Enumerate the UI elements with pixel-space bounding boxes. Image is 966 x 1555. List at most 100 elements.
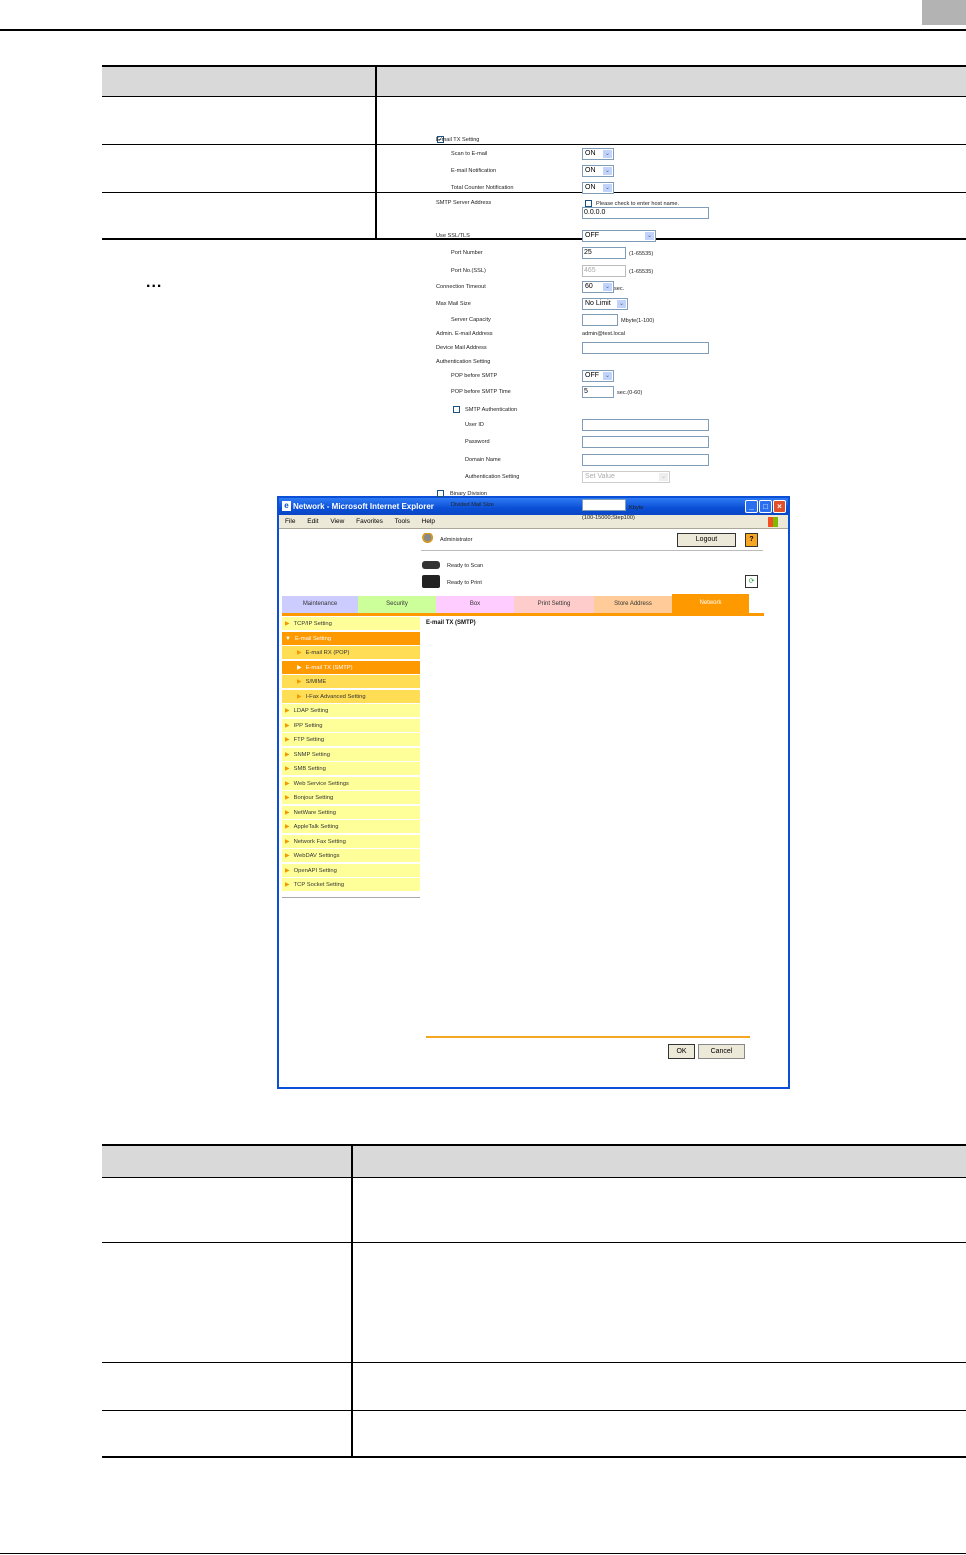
tab-maintenance[interactable]: Maintenance <box>282 596 358 613</box>
admin-icon <box>422 533 436 546</box>
text-input[interactable] <box>582 419 709 431</box>
sidebar-item[interactable]: ▼ E-mail Setting <box>282 631 420 646</box>
caret-right-icon: ▶ <box>285 853 290 859</box>
text-input[interactable] <box>582 342 709 354</box>
chevron-down-icon: ⌄ <box>645 232 654 240</box>
field-label: Admin. E-mail Address <box>436 331 493 337</box>
tab-store-address[interactable]: Store Address <box>594 596 672 613</box>
sidebar-item[interactable]: ▶ LDAP Setting <box>282 704 420 718</box>
menu-bar: File Edit View Favorites Tools Help <box>279 515 788 529</box>
text-input[interactable]: 5 <box>582 386 614 398</box>
table-row <box>102 144 966 145</box>
table-row <box>102 1177 966 1178</box>
sidebar-item[interactable]: ▶ Network Fax Setting <box>282 834 420 849</box>
sidebar-item[interactable]: ▶ SMB Setting <box>282 762 420 776</box>
refresh-button[interactable]: ⟳ <box>745 575 758 588</box>
chevron-down-icon: ⌄ <box>603 184 612 192</box>
chevron-down-icon: ⌄ <box>617 300 626 308</box>
field-label: Device Mail Address <box>436 345 487 351</box>
host-name-checkbox[interactable] <box>585 200 592 207</box>
chevron-down-icon: ⌄ <box>603 167 612 175</box>
tab-print-setting[interactable]: Print Setting <box>514 596 594 613</box>
select-field[interactable]: OFF ⌄ <box>582 370 614 382</box>
text-input[interactable] <box>582 499 626 511</box>
text-input[interactable] <box>582 436 709 448</box>
menu-favorites[interactable]: Favorites <box>356 518 383 525</box>
sidebar-item[interactable]: ▶ E-mail RX (POP) <box>282 646 420 660</box>
select-value: ON <box>585 167 596 174</box>
sidebar-item-label: OpenAPI Setting <box>293 867 337 874</box>
menu-file[interactable]: File <box>285 518 295 525</box>
footer-rule <box>0 1553 966 1554</box>
field-label: Port Number <box>451 250 483 256</box>
sidebar-item-label: FTP Setting <box>293 737 325 743</box>
caret-right-icon: ▶ <box>297 693 302 700</box>
chevron-down-icon: ⌄ <box>603 372 612 380</box>
sidebar-item[interactable]: ▶ Web Service Settings <box>282 776 420 791</box>
menu-edit[interactable]: Edit <box>307 518 318 525</box>
table-row <box>102 1410 966 1411</box>
menu-tools[interactable]: Tools <box>395 518 410 525</box>
menu-view[interactable]: View <box>330 518 344 525</box>
select-value: OFF <box>585 232 599 239</box>
sidebar-item[interactable]: ▶ SNMP Setting <box>282 747 420 762</box>
sidebar-item[interactable]: ▶ Bonjour Setting <box>282 791 420 805</box>
ie-icon: e <box>282 501 291 511</box>
header-rule <box>0 29 966 31</box>
sidebar-item[interactable]: ▶ TCP Socket Setting <box>282 878 420 892</box>
sidebar-item-label: E-mail TX (SMTP) <box>305 664 353 671</box>
sidebar-item[interactable]: ▶ IPP Setting <box>282 718 420 733</box>
user-label: Administrator <box>440 537 473 543</box>
sidebar-item[interactable]: ▶ I-Fax Advanced Setting <box>282 689 420 704</box>
close-button[interactable]: × <box>773 500 786 513</box>
select-field[interactable]: OFF ⌄ <box>582 230 656 242</box>
ok-button[interactable]: OK <box>668 1044 695 1059</box>
select-value: 60 <box>585 283 593 290</box>
ellipsis-bullet: ... <box>146 274 163 291</box>
select-field[interactable]: 60 ⌄ <box>582 281 614 293</box>
checkbox[interactable] <box>437 490 444 497</box>
tab-network[interactable]: Network <box>672 594 749 613</box>
select-suffix: sec. <box>614 286 625 292</box>
sidebar-item-label: IPP Setting <box>293 722 323 729</box>
sidebar-item[interactable]: ▶ WebDAV Settings <box>282 849 420 863</box>
sidebar-item-label: WebDAV Settings <box>293 853 340 859</box>
input-suffix: sec.(0-60) <box>617 390 643 396</box>
checkbox[interactable] <box>453 406 460 413</box>
caret-right-icon: ▶ <box>297 650 302 656</box>
sidebar-item[interactable]: ▶ AppleTalk Setting <box>282 820 420 834</box>
sidebar-item[interactable]: ▶ S/MIME <box>282 675 420 689</box>
text-input[interactable]: 0.0.0.0 <box>582 207 709 219</box>
form-bottom-rule <box>426 1036 750 1038</box>
text-input[interactable]: 25 <box>582 247 626 259</box>
sidebar-item-label: SNMP Setting <box>293 751 330 758</box>
logout-button[interactable]: Logout <box>677 533 736 547</box>
sidebar-item[interactable]: ▶ TCP/IP Setting <box>282 617 420 631</box>
select-field[interactable]: ON ⌄ <box>582 148 614 160</box>
help-button[interactable]: ? <box>745 533 758 547</box>
text-input[interactable] <box>582 454 709 466</box>
input-suffix: (1-65535) <box>629 269 654 275</box>
sidebar-item[interactable]: ▶ OpenAPI Setting <box>282 863 420 878</box>
table-row <box>102 192 966 193</box>
maximize-button[interactable]: □ <box>759 500 772 513</box>
text-input[interactable] <box>582 314 618 326</box>
select-field[interactable]: ON ⌄ <box>582 182 614 194</box>
sidebar-item[interactable]: ▶ NetWare Setting <box>282 805 420 820</box>
caret-right-icon: ▶ <box>285 708 290 714</box>
field-label: Binary Division <box>450 491 487 497</box>
select-field[interactable]: No Limit ⌄ <box>582 298 628 310</box>
select-value: No Limit <box>585 300 611 307</box>
field-label: SMTP Authentication <box>465 407 518 413</box>
cancel-button[interactable]: Cancel <box>698 1044 745 1059</box>
tab-box[interactable]: Box <box>436 596 514 613</box>
sidebar-item[interactable]: ▶ FTP Setting <box>282 733 420 747</box>
sidebar-item-label: S/MIME <box>305 679 327 685</box>
menu-help[interactable]: Help <box>422 518 435 525</box>
tab-security[interactable]: Security <box>358 596 436 613</box>
select-field[interactable]: ON ⌄ <box>582 165 614 177</box>
sidebar-item[interactable]: ▶ E-mail TX (SMTP) <box>282 660 420 675</box>
scanner-icon <box>422 561 440 569</box>
sidebar-bottom-rule <box>282 897 420 898</box>
minimize-button[interactable]: _ <box>745 500 758 513</box>
